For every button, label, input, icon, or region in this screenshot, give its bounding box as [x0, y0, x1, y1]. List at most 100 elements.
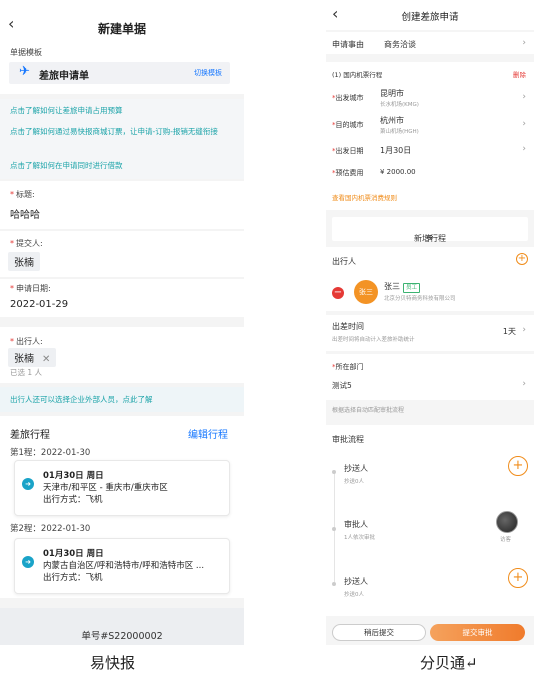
chevron-right-icon: ›: [522, 38, 526, 48]
submitter-field-label: * 提交人:: [10, 239, 43, 248]
right-header-area: ‹ 创建差旅申请: [326, 0, 534, 30]
approval-step-sub: 抄送0人: [344, 479, 364, 485]
left-app-panel: ‹ 新建单据 单据模板 ✈ 差旅申请单 切换模板 点击了解如何让差旅申请占用预算…: [0, 0, 244, 645]
submitter-field[interactable]: * 提交人: 张楠: [0, 231, 244, 277]
approval-step-sub: 抄送0人: [344, 592, 364, 598]
dest-city[interactable]: 杭州市: [380, 115, 404, 126]
depart-label: *出发城市: [332, 94, 364, 102]
trip-heading: 差旅行程: [10, 430, 50, 441]
edit-trip-button[interactable]: 编辑行程: [188, 426, 228, 441]
traveler-field-label: * 出行人:: [10, 337, 43, 346]
remove-traveler-icon[interactable]: −: [332, 287, 344, 299]
add-traveler-icon[interactable]: +: [516, 253, 528, 265]
depart-city[interactable]: 昆明市: [380, 88, 404, 99]
title-field[interactable]: * 标题: 哈哈哈: [0, 181, 244, 229]
template-label: 单据模板: [10, 48, 42, 57]
approver-avatar: [496, 511, 518, 533]
date-label: *出发日期: [332, 147, 364, 155]
tip-loan-link[interactable]: 点击了解如何在申请同时进行借款: [10, 160, 236, 171]
submitter-chip: 张楠: [8, 252, 40, 271]
approval-heading: 审批流程: [332, 435, 364, 444]
approval-step-sub: 1人依次审批: [344, 535, 375, 541]
timeline-node: [332, 527, 336, 531]
department-hint: 根据选择自动匹配审批流程: [332, 407, 405, 414]
page-title: 新建单据: [97, 22, 146, 36]
budget-value[interactable]: ¥ 2000.00: [380, 168, 416, 176]
rules-link[interactable]: 查看国内机票消费规则: [332, 192, 397, 202]
approval-step-title: 审批人: [344, 520, 368, 529]
switch-template-link[interactable]: 切换模板: [194, 68, 222, 78]
right-app-panel: ‹ 创建差旅申请 申请事由 商务洽谈 › (1) 国内机票行程 删除 *出发城市…: [326, 0, 534, 645]
department-row[interactable]: *所在部门 测试5 ›: [326, 354, 534, 400]
airplane-icon: ✈: [19, 64, 30, 79]
delete-button[interactable]: 删除: [513, 69, 526, 79]
add-trip-button[interactable]: ⊕ 新增行程: [332, 217, 528, 243]
traveler-company: 北京分贝特商务科技有限公司: [384, 296, 456, 302]
leg-label: 第1程：2022-01-30: [10, 448, 91, 458]
leg-label: 第2程：2022-01-30: [10, 524, 91, 534]
left-header-area: ‹ 新建单据 单据模板 ✈ 差旅申请单 切换模板: [0, 0, 244, 94]
timeline-node: [332, 582, 336, 586]
external-traveler-link[interactable]: 出行人还可以选择企业外部人员，点此了解: [10, 394, 153, 405]
approval-step-title: 抄送人: [344, 464, 368, 473]
flight-icon: ➜: [22, 478, 34, 490]
trip-leg-card[interactable]: ➜ 01月30日 周日 天津市/和平区 - 重庆市/重庆市区 出行方式：飞机: [14, 460, 230, 516]
itinerary-label: (1) 国内机票行程: [332, 71, 383, 79]
reason-label: 申请事由: [332, 40, 364, 49]
date-field-value: 2022-01-29: [10, 299, 69, 310]
employee-tag: 员工: [403, 283, 421, 293]
chevron-right-icon: ›: [522, 325, 526, 335]
leg-route: 内蒙古自治区/呼和浩特市/呼和浩特市区 ...: [43, 561, 205, 571]
avatar: 张三: [354, 280, 378, 304]
template-selector[interactable]: ✈ 差旅申请单 切换模板: [9, 62, 230, 84]
leg-date: 01月30日 周日: [43, 471, 104, 481]
duration-value: 1天: [502, 327, 516, 336]
left-caption: 易快报: [90, 654, 136, 672]
tip-mall-link[interactable]: 点击了解如何通过易快报商城订票，让申请-订购-报销无缝衔接: [10, 126, 234, 137]
leg-mode: 出行方式：飞机: [43, 495, 103, 505]
tip-budget-link[interactable]: 点击了解如何让差旅申请占用预算: [10, 105, 236, 116]
dest-airport: 萧山机场(HGH): [380, 129, 419, 135]
approver-name: 访客: [500, 537, 512, 543]
duration-hint: 出差时间将自动计入差旅补助统计: [332, 337, 415, 343]
submit-later-button[interactable]: 稍后提交: [332, 624, 426, 641]
approval-step-title: 抄送人: [344, 577, 368, 586]
leg-route: 天津市/和平区 - 重庆市/重庆市区: [43, 483, 168, 493]
reason-row[interactable]: 申请事由 商务洽谈 ›: [326, 32, 534, 54]
timeline-node: [332, 470, 336, 474]
itinerary-card: (1) 国内机票行程 删除 *出发城市 昆明市 长水机场(KMG) › *目的城…: [326, 62, 534, 210]
depart-airport: 长水机场(KMG): [380, 102, 419, 108]
budget-label: *预估费用: [332, 169, 364, 177]
travelers-label: 出行人: [332, 257, 356, 266]
tips-section: 点击了解如何让差旅申请占用预算 点击了解如何通过易快报商城订票，让申请-订购-报…: [0, 99, 244, 179]
reason-value: 商务洽谈: [384, 40, 416, 49]
traveler-chip[interactable]: 张楠 ✕: [8, 348, 57, 367]
document-number: 单号#S22000002: [81, 631, 163, 642]
chevron-right-icon: ›: [522, 144, 526, 154]
close-icon[interactable]: ✕: [42, 354, 50, 365]
document-number-footer: 单号#S22000002: [0, 608, 244, 645]
template-name: 差旅申请单: [39, 71, 89, 82]
page-title: 创建差旅申请: [401, 12, 459, 23]
dest-label: *目的城市: [332, 121, 364, 129]
title-field-label: * 标题:: [10, 190, 35, 199]
date-field[interactable]: * 申请日期: 2022-01-29: [0, 279, 244, 317]
department-label: *所在部门: [332, 363, 364, 371]
add-cc-icon[interactable]: +: [508, 456, 528, 476]
traveler-field[interactable]: * 出行人: 张楠 ✕ 已选 1 人: [0, 327, 244, 383]
trip-leg-card[interactable]: ➜ 01月30日 周日 内蒙古自治区/呼和浩特市/呼和浩特市区 ... 出行方式…: [14, 538, 230, 594]
right-caption: 分贝通↵: [420, 654, 478, 672]
submit-approval-button[interactable]: 提交审批: [430, 624, 525, 641]
external-traveler-note[interactable]: 出行人还可以选择企业外部人员，点此了解: [0, 387, 244, 412]
duration-row[interactable]: 出差时间 出差时间将自动计入差旅补助统计 1天 ›: [326, 315, 534, 351]
add-cc-icon[interactable]: +: [508, 568, 528, 588]
leg-mode: 出行方式：飞机: [43, 573, 103, 583]
chevron-right-icon: ›: [522, 119, 526, 129]
date-value[interactable]: 1月30日: [380, 145, 411, 156]
department-value: 测试5: [332, 381, 352, 390]
chevron-right-icon: ›: [522, 92, 526, 102]
selected-count: 已选 1 人: [10, 368, 43, 377]
duration-label: 出差时间: [332, 322, 364, 331]
date-field-label: * 申请日期:: [10, 284, 51, 293]
traveler-name: 张三 员工: [384, 281, 421, 293]
